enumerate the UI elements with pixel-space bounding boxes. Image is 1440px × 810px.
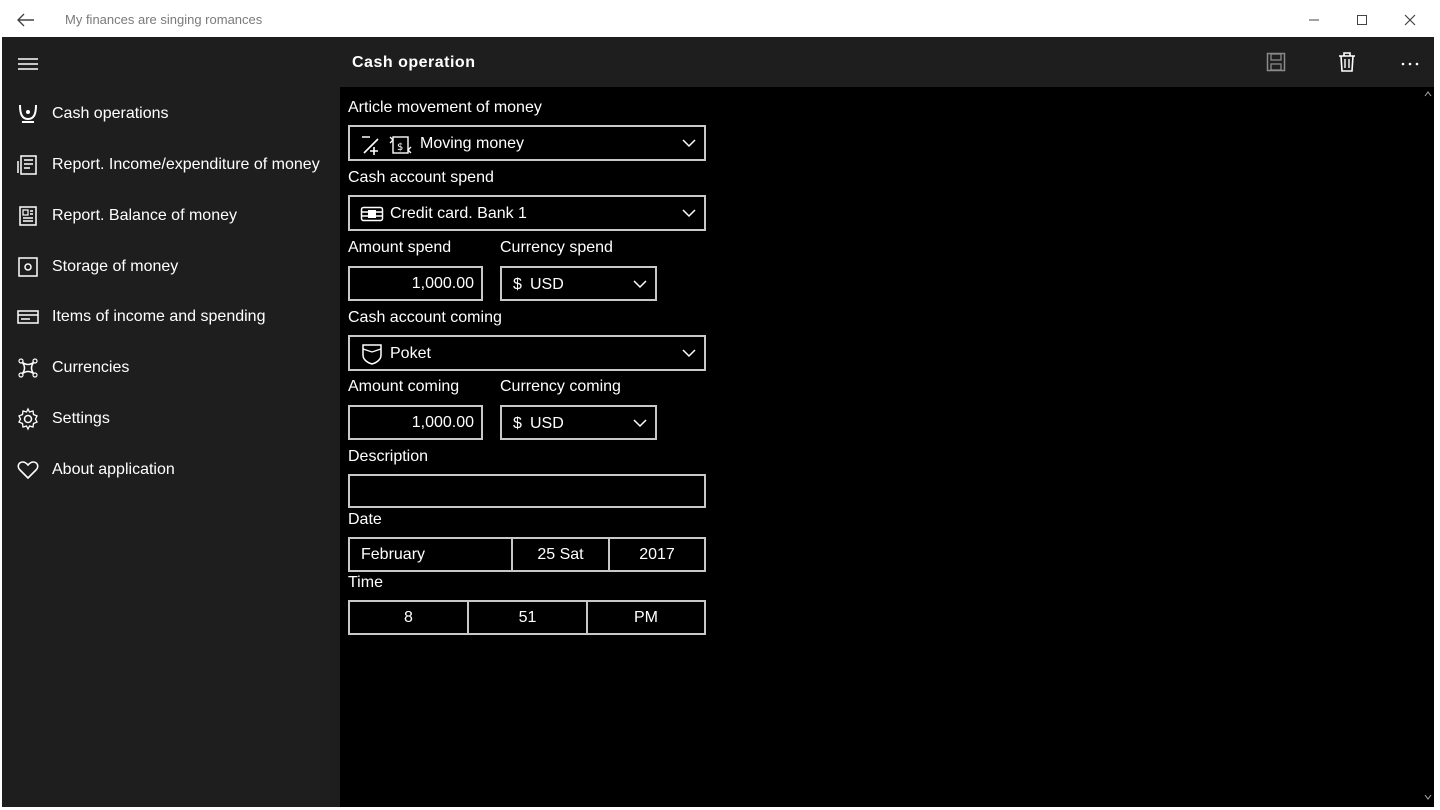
heart-icon [16,458,40,482]
sidebar-item-label: Storage of money [52,258,179,275]
sidebar-item-label: Settings [52,410,110,427]
sidebar-item-label: Items of income and spending [52,308,266,325]
currency-coming-symbol: $ [513,415,522,432]
article-label: Article movement of money [348,99,542,116]
amount-coming-value: 1,000.00 [411,414,474,431]
description-input[interactable] [348,474,706,508]
sidebar-item-currencies[interactable]: Currencies [2,346,340,392]
save-icon [1266,52,1286,72]
sidebar-item-income-spending[interactable]: Items of income and spending [2,295,340,341]
time-hour[interactable]: 8 [350,602,469,633]
items-icon [16,305,40,329]
currency-icon [16,356,40,380]
sidebar-item-label: Report. Income/expenditure of money [52,156,320,173]
time-minute[interactable]: 51 [469,602,588,633]
page-header: Cash operation [340,37,1434,87]
spend-account-select[interactable]: Credit card. Bank 1 [348,195,706,231]
credit-card-icon [360,206,384,222]
coming-account-select[interactable]: Poket [348,335,706,371]
back-arrow-icon [17,13,34,27]
save-button[interactable] [1264,50,1288,74]
time-picker[interactable]: 8 51 PM [348,600,706,635]
amount-coming-input[interactable]: 1,000.00 [348,405,483,440]
currency-coming-value: USD [530,415,564,432]
close-icon [1404,14,1416,26]
description-label: Description [348,448,429,465]
sidebar-item-about[interactable]: About application [2,448,340,494]
currency-spend-select[interactable]: $ USD [500,266,657,301]
pocket-icon [362,344,382,365]
maximize-button[interactable] [1346,8,1378,32]
sidebar-item-label: Cash operations [52,105,169,122]
sidebar-item-report-income[interactable]: Report. Income/expenditure of money [2,143,340,189]
page-title: Cash operation [352,54,476,71]
report-icon [16,153,40,177]
date-day[interactable]: 25 Sat [513,539,610,570]
currency-spend-symbol: $ [513,276,522,293]
currency-coming-label: Currency coming [500,378,621,395]
article-value: Moving money [420,135,525,152]
balance-report-icon [16,204,40,228]
amount-coming-label: Amount coming [348,378,460,395]
spend-account-label: Cash account spend [348,169,494,186]
minimize-icon [1309,19,1319,21]
sidebar-item-label: Currencies [52,359,130,376]
minimize-button[interactable] [1298,8,1330,32]
safe-icon [16,255,40,279]
chevron-down-icon [682,349,696,358]
chevron-down-icon [633,419,647,428]
currency-coming-select[interactable]: $ USD [500,405,657,440]
chevron-down-icon [633,280,647,289]
scroll-down-icon[interactable] [1424,793,1432,801]
vertical-scrollbar[interactable] [1422,87,1434,807]
window-title: My finances are singing romances [65,12,263,27]
chevron-down-icon [682,209,696,218]
article-select[interactable]: $ Moving money [348,125,706,161]
scroll-up-icon[interactable] [1424,90,1432,98]
menu-button[interactable] [16,54,40,74]
svg-text:$: $ [397,142,403,153]
transfer-icon: $ [362,136,412,155]
navigation-sidebar: Cash operations Report. Income/expenditu… [2,37,340,807]
chevron-down-icon [682,139,696,148]
sidebar-item-storage[interactable]: Storage of money [2,245,340,291]
sidebar-item-report-balance[interactable]: Report. Balance of money [2,194,340,240]
currency-spend-label: Currency spend [500,239,613,256]
cash-operations-icon [16,102,40,126]
time-period[interactable]: PM [588,602,704,633]
date-label: Date [348,511,382,528]
title-bar: My finances are singing romances [2,3,1434,37]
cash-operation-form: Article movement of money $ Moving money… [340,87,1422,807]
currency-spend-value: USD [530,276,564,293]
date-year[interactable]: 2017 [610,539,704,570]
back-button[interactable] [14,10,38,30]
hamburger-icon [18,58,38,70]
trash-icon [1339,52,1355,72]
more-icon [1401,62,1419,66]
sidebar-item-cash-operations[interactable]: Cash operations [2,92,340,138]
maximize-icon [1357,15,1367,25]
app-window: My finances are singing romances Cash op… [2,3,1434,807]
amount-spend-input[interactable]: 1,000.00 [348,266,483,301]
sidebar-item-label: About application [52,461,175,478]
spend-account-value: Credit card. Bank 1 [390,205,527,222]
sidebar-item-label: Report. Balance of money [52,207,237,224]
coming-account-label: Cash account coming [348,309,502,326]
sidebar-item-settings[interactable]: Settings [2,397,340,443]
close-button[interactable] [1394,8,1426,32]
time-label: Time [348,574,383,591]
date-month[interactable]: February [350,539,513,570]
date-picker[interactable]: February 25 Sat 2017 [348,537,706,572]
gear-icon [16,407,40,431]
delete-button[interactable] [1335,50,1359,74]
amount-spend-value: 1,000.00 [411,275,474,292]
more-options-button[interactable] [1398,50,1422,74]
amount-spend-label: Amount spend [348,239,452,256]
coming-account-value: Poket [390,345,431,362]
